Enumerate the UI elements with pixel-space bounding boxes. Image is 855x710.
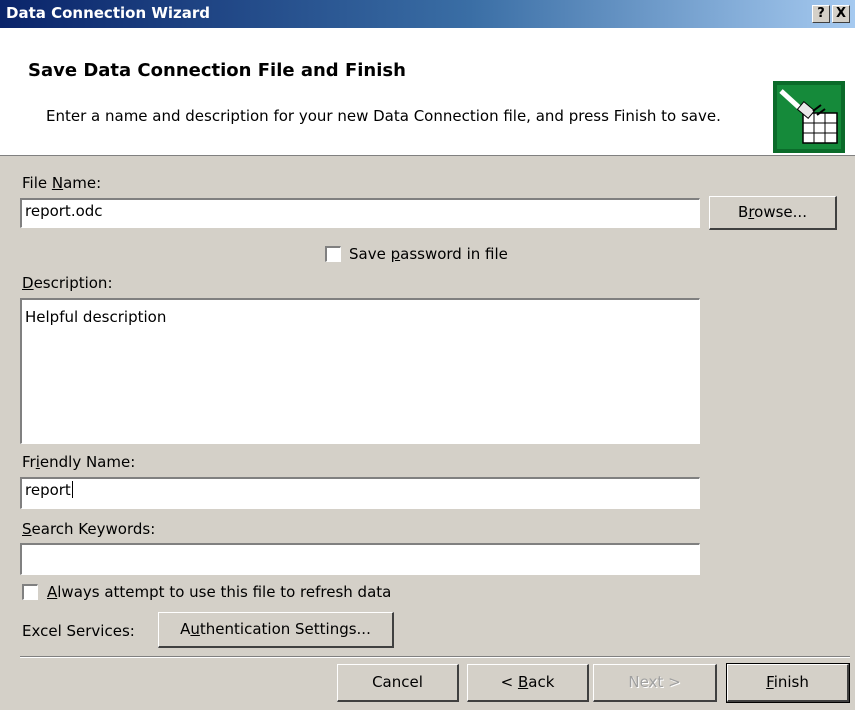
file-name-label: File Name: [22, 174, 102, 192]
friendly-name-input[interactable]: report [20, 477, 700, 509]
cancel-button[interactable]: Cancel [337, 664, 459, 702]
always-refresh-checkbox[interactable] [22, 584, 38, 600]
close-button[interactable]: X [832, 5, 850, 23]
help-icon: ? [817, 6, 825, 21]
data-connection-plug-icon [773, 81, 845, 153]
footer-separator [20, 656, 850, 658]
help-button[interactable]: ? [812, 5, 830, 23]
page-description: Enter a name and description for your ne… [46, 107, 721, 125]
wizard-header: Save Data Connection File and Finish Ent… [0, 28, 855, 156]
always-refresh-label: Always attempt to use this file to refre… [47, 583, 392, 601]
save-password-label: Save password in file [349, 245, 508, 263]
page-title: Save Data Connection File and Finish [28, 60, 406, 81]
window-title: Data Connection Wizard [6, 4, 211, 22]
browse-button[interactable]: Browse... [709, 196, 837, 230]
authentication-settings-button[interactable]: Authentication Settings... [158, 612, 394, 648]
text-cursor [71, 481, 73, 498]
save-password-checkbox[interactable] [325, 246, 341, 262]
search-keywords-input[interactable] [20, 543, 700, 575]
description-textarea[interactable]: Helpful description [20, 298, 700, 444]
search-keywords-label: Search Keywords: [22, 520, 156, 538]
finish-button[interactable]: Finish [726, 663, 850, 703]
close-icon: X [835, 6, 847, 21]
file-name-input[interactable]: report.odc [20, 198, 700, 228]
excel-services-label: Excel Services: [22, 622, 135, 640]
description-label: Description: [22, 274, 113, 292]
next-button[interactable]: Next > [593, 664, 717, 702]
friendly-name-label: Friendly Name: [22, 453, 136, 471]
back-button[interactable]: < Back [467, 664, 589, 702]
title-bar: Data Connection Wizard ? X [0, 0, 855, 28]
